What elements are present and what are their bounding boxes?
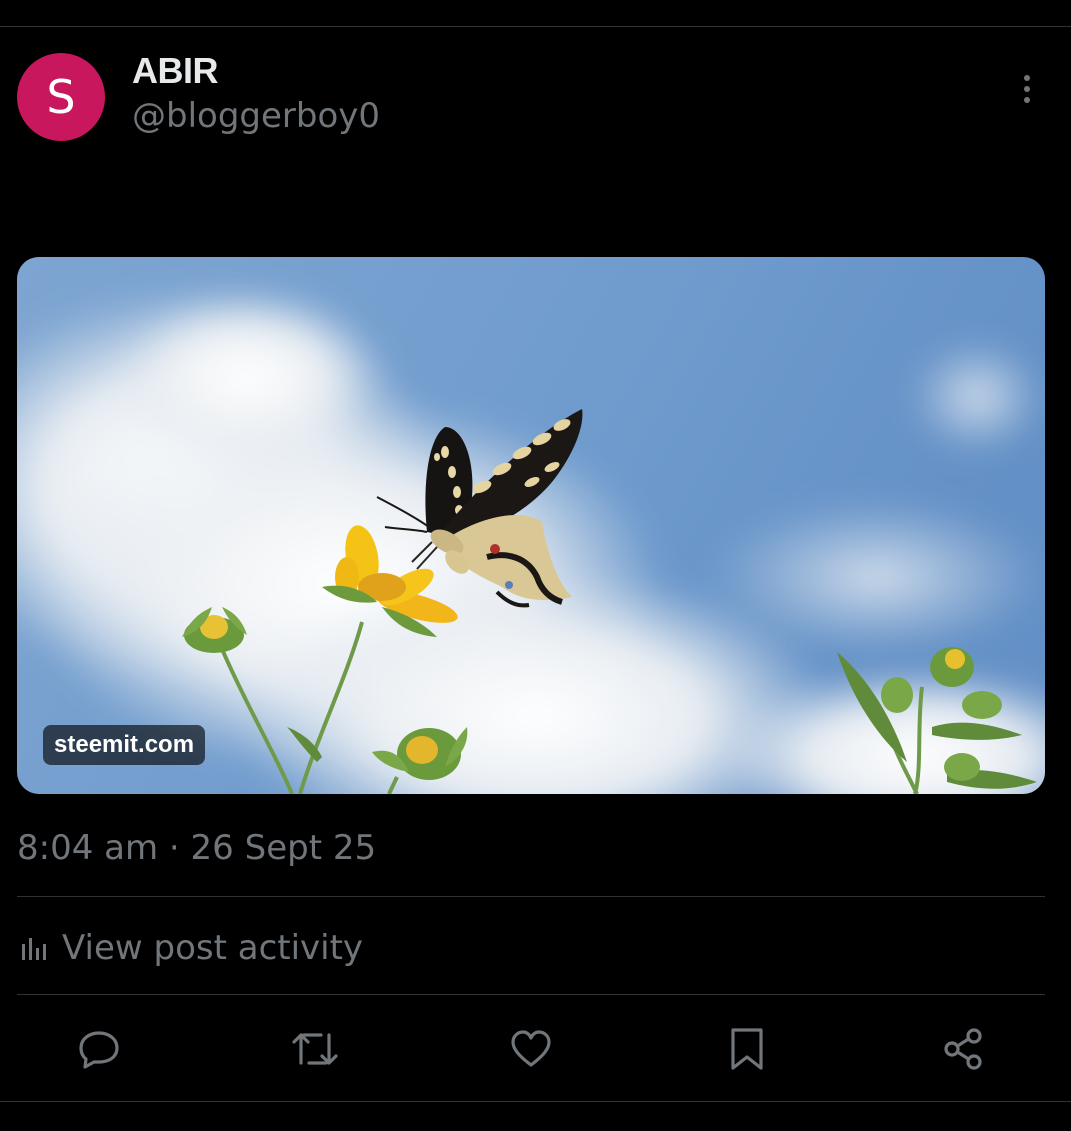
repost-button[interactable]: [288, 1022, 342, 1076]
media-source-badge[interactable]: steemit.com: [43, 725, 206, 765]
heart-icon: [511, 1030, 551, 1067]
like-button[interactable]: [504, 1022, 558, 1076]
view-post-activity-link[interactable]: View post activity: [20, 926, 363, 970]
divider: [17, 994, 1045, 995]
speech-bubble-icon: [79, 1031, 119, 1069]
view-post-activity-label: View post activity: [62, 928, 364, 968]
divider: [17, 896, 1045, 897]
author-display-name[interactable]: ABIR: [132, 50, 219, 92]
share-button[interactable]: [936, 1022, 990, 1076]
post-action-bar: [0, 1022, 1071, 1076]
avatar[interactable]: S: [17, 53, 105, 141]
bottom-divider: [0, 1101, 1071, 1102]
reply-button[interactable]: [72, 1022, 126, 1076]
share-nodes-icon: [944, 1028, 982, 1070]
post-image[interactable]: steemit.com: [17, 257, 1045, 794]
bookmark-icon: [731, 1028, 763, 1070]
more-vertical-icon: [1024, 75, 1030, 103]
author-handle[interactable]: @bloggerboy0: [132, 96, 380, 136]
top-divider: [0, 26, 1071, 27]
bookmark-button[interactable]: [720, 1022, 774, 1076]
bar-chart-icon: [22, 938, 46, 960]
butterfly-on-flower-photo: [17, 257, 1045, 794]
more-options-button[interactable]: [1008, 70, 1046, 108]
repost-arrows-icon: [292, 1033, 338, 1065]
avatar-initial: S: [46, 70, 76, 124]
post-timestamp[interactable]: 8:04 am · 26 Sept 25: [17, 828, 376, 868]
